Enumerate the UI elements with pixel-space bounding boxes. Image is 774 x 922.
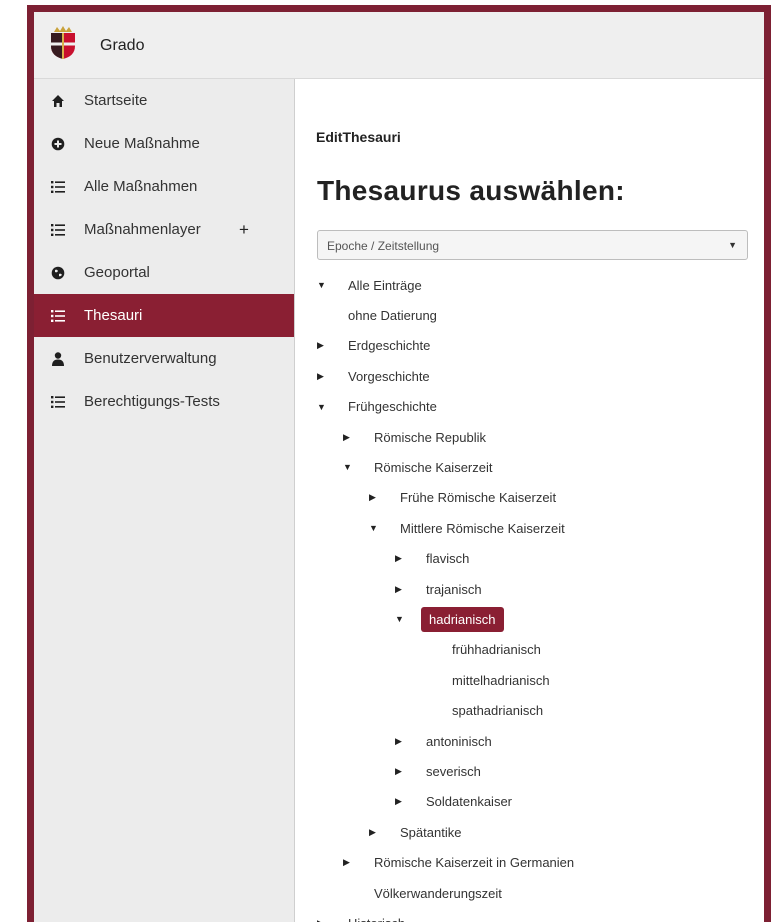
app-title: Grado: [100, 37, 145, 54]
sidebar-item-label: Benutzerverwaltung: [84, 350, 217, 367]
thesaurus-select[interactable]: Epoche / Zeitstellung ▼: [317, 230, 748, 260]
tree-node[interactable]: frühhadrianisch: [421, 637, 546, 663]
tree-node-label: Historisch: [343, 916, 410, 922]
list-icon: [50, 308, 66, 324]
tree-node-label: ohne Datierung: [348, 307, 437, 323]
tree-node-label: Erdgeschichte: [348, 338, 431, 354]
caret-right-icon[interactable]: ▶: [343, 857, 369, 868]
tree-node[interactable]: ▼ Alle Einträge: [317, 272, 427, 298]
tree-node-label: Römische Kaiserzeit in Germanien: [374, 855, 575, 871]
caret-right-icon[interactable]: ▶: [369, 827, 395, 838]
tree-node[interactable]: ▶Historisch: [317, 910, 410, 922]
sidebar-item-neue-massnahme[interactable]: Neue Maßnahme: [34, 122, 294, 165]
sidebar-item-berechtigungs-tests[interactable]: Berechtigungs-Tests: [34, 380, 294, 423]
home-icon: [50, 93, 66, 109]
tree-node-label: Spätantike: [400, 824, 462, 840]
expand-plus-icon[interactable]: +: [239, 220, 249, 240]
tree-node[interactable]: ▼ Frühgeschichte: [317, 394, 442, 420]
coat-of-arms-logo: [48, 26, 78, 60]
tree-node-label: Römische Kaiserzeit: [374, 459, 493, 475]
sidebar: Startseite Neue Maßnahme Alle Maßnahmen …: [34, 79, 295, 922]
sidebar-item-label: Startseite: [84, 92, 148, 109]
sidebar-item-label: Berechtigungs-Tests: [84, 393, 220, 410]
tree-node-label: Mittlere Römische Kaiserzeit: [400, 520, 565, 536]
caret-right-icon[interactable]: ▶: [369, 492, 395, 503]
caret-down-icon[interactable]: ▼: [395, 614, 421, 624]
caret-right-icon[interactable]: ▶: [395, 584, 421, 595]
tree-node[interactable]: ▶ flavisch: [395, 546, 474, 572]
tree-node-label: antoninisch: [426, 733, 492, 749]
list-icon: [50, 394, 66, 410]
tree-node-label: flavisch: [426, 551, 470, 567]
thesaurus-select-value: Epoche / Zeitstellung: [327, 239, 440, 253]
sidebar-item-label: Neue Maßnahme: [84, 135, 200, 152]
globe-icon: [50, 265, 66, 281]
tree-node[interactable]: ▶ trajanisch: [395, 576, 487, 602]
plus-circle-icon: [50, 136, 66, 152]
caret-right-icon[interactable]: ▶: [343, 432, 369, 443]
caret-right-icon[interactable]: ▶: [395, 736, 421, 747]
caret-right-icon[interactable]: ▶: [395, 796, 421, 807]
tree-node-label: spathadrianisch: [452, 703, 544, 719]
tree-node-label: Frühe Römische Kaiserzeit: [400, 490, 557, 506]
caret-down-icon[interactable]: ▼: [317, 402, 343, 412]
sidebar-item-label: Thesauri: [84, 307, 143, 324]
tree-node[interactable]: ▼ hadrianisch: [395, 606, 504, 632]
sidebar-item-startseite[interactable]: Startseite: [34, 79, 294, 122]
caret-right-icon[interactable]: ▶: [395, 553, 421, 564]
caret-right-icon[interactable]: ▶: [317, 918, 343, 922]
tree-node-label: Römische Republik: [374, 429, 486, 445]
sidebar-item-label: Alle Maßnahmen: [84, 178, 198, 195]
tree-node[interactable]: ohne Datierung: [317, 302, 442, 328]
sidebar-item-label: Maßnahmenlayer: [84, 221, 201, 238]
tree-node[interactable]: mittelhadrianisch: [421, 667, 555, 693]
user-icon: [50, 351, 66, 367]
caret-down-icon[interactable]: ▼: [317, 280, 343, 290]
tree-node-label: Alle Einträge: [348, 277, 422, 293]
tree-node[interactable]: ▶ Frühe Römische Kaiserzeit: [369, 485, 561, 511]
tree-node[interactable]: ▼ Römische Kaiserzeit: [343, 454, 498, 480]
caret-right-icon[interactable]: ▶: [395, 766, 421, 777]
sidebar-item-massnahmenlayer[interactable]: Maßnahmenlayer +: [34, 208, 294, 251]
tree-node[interactable]: ▶ Römische Kaiserzeit in Germanien: [343, 850, 579, 876]
tree-node[interactable]: ▶ antoninisch: [395, 728, 497, 754]
list-icon: [50, 222, 66, 238]
list-icon: [50, 179, 66, 195]
caret-down-icon[interactable]: ▼: [369, 523, 395, 533]
tree-node-label: mittelhadrianisch: [452, 672, 550, 688]
tree-node-label: Vorgeschichte: [348, 368, 430, 384]
tree-node[interactable]: ▶ Römische Republik: [343, 424, 491, 450]
sidebar-item-geoportal[interactable]: Geoportal: [34, 251, 294, 294]
tree-node[interactable]: ▼ Mittlere Römische Kaiserzeit: [369, 515, 570, 541]
app-frame: Grado Startseite Neue Maßnahme Alle Maßn…: [27, 5, 771, 922]
tree-node-label: Soldatenkaiser: [426, 794, 512, 810]
breadcrumb: EditThesauri: [316, 129, 401, 145]
tree-node-label: frühhadrianisch: [452, 642, 541, 658]
tree-node[interactable]: ▶ Erdgeschichte: [317, 333, 435, 359]
caret-right-icon[interactable]: ▶: [317, 340, 343, 351]
main-content: EditThesauri Thesaurus auswählen: Epoche…: [295, 79, 764, 922]
tree-node[interactable]: Völkerwanderungszeit: [343, 880, 507, 906]
tree-node[interactable]: ▶ Vorgeschichte: [317, 363, 435, 389]
tree-node-label: trajanisch: [426, 581, 482, 597]
tree-node-label: Frühgeschichte: [348, 399, 437, 415]
tree-node-label: hadrianisch: [421, 606, 504, 632]
sidebar-item-thesauri[interactable]: Thesauri: [34, 294, 294, 337]
tree-node-label: severisch: [426, 763, 481, 779]
sidebar-item-label: Geoportal: [84, 264, 150, 281]
caret-right-icon[interactable]: ▶: [317, 371, 343, 382]
tree-node[interactable]: ▶ severisch: [395, 758, 486, 784]
tree-node-label: Völkerwanderungszeit: [374, 885, 502, 901]
tree-node[interactable]: ▶ Soldatenkaiser: [395, 789, 517, 815]
sidebar-item-benutzerverwaltung[interactable]: Benutzerverwaltung: [34, 337, 294, 380]
tree-node[interactable]: ▶ Spätantike: [369, 819, 466, 845]
chevron-down-icon: ▼: [728, 240, 737, 250]
top-bar: Grado: [34, 12, 764, 79]
page-title: Thesaurus auswählen:: [317, 175, 625, 206]
caret-down-icon[interactable]: ▼: [343, 462, 369, 472]
tree-node[interactable]: spathadrianisch: [421, 698, 548, 724]
sidebar-item-alle-massnahmen[interactable]: Alle Maßnahmen: [34, 165, 294, 208]
